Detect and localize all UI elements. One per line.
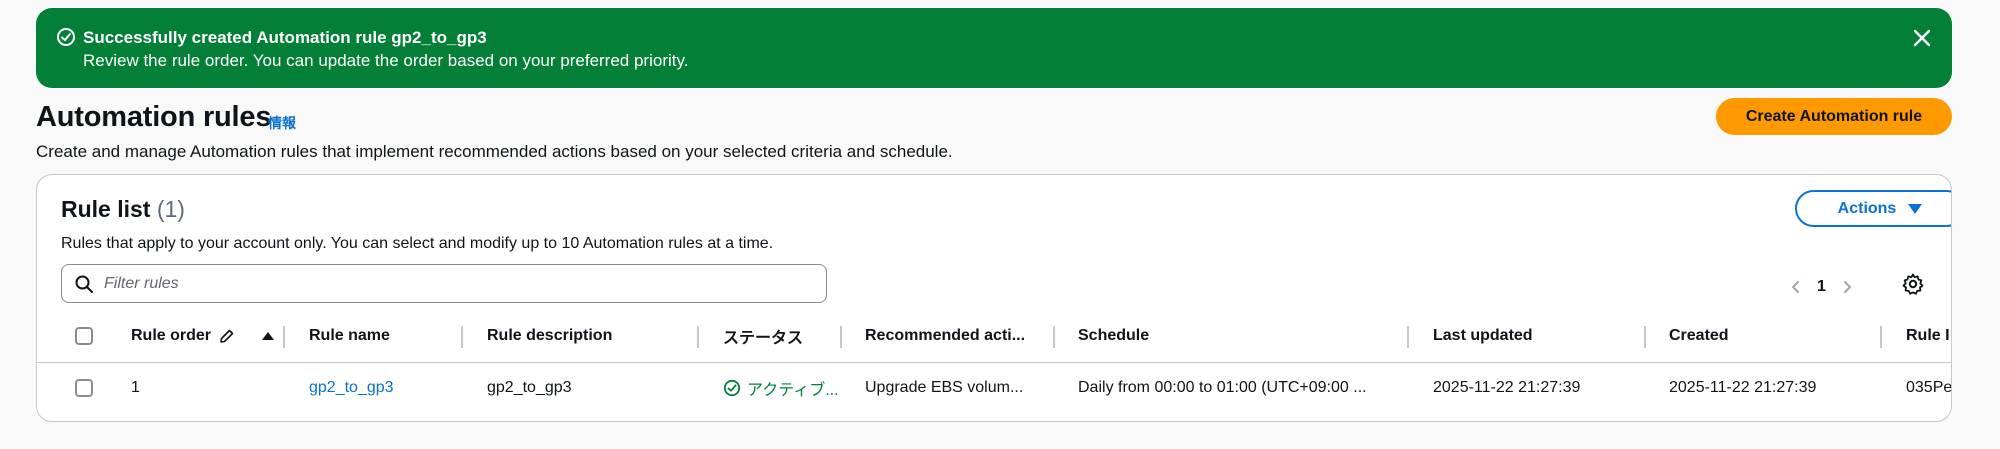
chevron-left-icon[interactable]	[1789, 280, 1803, 294]
success-flash-banner: Successfully created Automation rule gp2…	[36, 8, 1952, 88]
gear-icon[interactable]	[1901, 272, 1925, 296]
column-divider[interactable]	[1053, 326, 1055, 348]
select-all-cell	[75, 309, 93, 362]
page-title: Automation rules	[36, 101, 272, 133]
select-all-checkbox[interactable]	[75, 326, 93, 345]
column-divider[interactable]	[697, 326, 699, 348]
actions-label: Actions	[1837, 199, 1897, 217]
sort-ascending-icon[interactable]	[261, 330, 275, 342]
column-header-status[interactable]: ステータス	[723, 309, 803, 362]
column-header-last-updated[interactable]: Last updated	[1433, 309, 1533, 362]
cell-last-updated: 2025-11-22 21:27:39	[1433, 379, 1581, 396]
column-header-schedule[interactable]: Schedule	[1078, 309, 1149, 362]
success-check-icon	[57, 28, 75, 46]
rule-name-link[interactable]: gp2_to_gp3	[309, 379, 394, 397]
pencil-icon	[220, 329, 234, 343]
filter-rules-field[interactable]	[61, 264, 827, 303]
page-description: Create and manage Automation rules that …	[36, 142, 953, 161]
column-divider[interactable]	[461, 326, 463, 348]
cell-status: アクティブ...	[723, 363, 838, 413]
column-header-rule-description[interactable]: Rule description	[487, 309, 612, 362]
cell-rule-order: 1	[131, 379, 140, 396]
create-automation-rule-button[interactable]: Create Automation rule	[1716, 98, 1952, 135]
info-link[interactable]: 情報	[268, 113, 296, 133]
caret-down-icon	[1908, 203, 1923, 214]
pagination: 1	[1789, 275, 1854, 299]
cell-rule-name-link[interactable]: gp2_to_gp3	[309, 363, 394, 413]
cell-rule-id: 035Pe	[1906, 379, 1952, 396]
row-select-cell	[75, 363, 93, 413]
page-number[interactable]: 1	[1817, 278, 1826, 296]
actions-dropdown-button[interactable]: Actions	[1795, 190, 1951, 227]
status-success-icon	[723, 379, 741, 397]
close-icon[interactable]	[1910, 26, 1934, 50]
column-divider[interactable]	[1880, 326, 1882, 348]
cell-created: 2025-11-22 21:27:39	[1669, 379, 1817, 396]
column-divider[interactable]	[840, 326, 842, 348]
column-divider[interactable]	[1644, 326, 1646, 348]
column-header-rule-order[interactable]: Rule order	[131, 309, 281, 362]
table-row[interactable]: 1 gp2_to_gp3 gp2_to_gp3 アクティブ... Upgrade…	[37, 363, 1952, 413]
search-icon	[75, 275, 93, 293]
table-header: Rule order Rule name Rule description ステ…	[37, 309, 1951, 363]
flash-title: Successfully created Automation rule gp2…	[83, 28, 487, 47]
column-header-created[interactable]: Created	[1669, 309, 1729, 362]
column-header-recommended-actions[interactable]: Recommended acti...	[865, 309, 1045, 362]
rule-order-header-label: Rule order	[131, 326, 212, 344]
status-indicator: アクティブ...	[723, 376, 838, 400]
rule-list-count: (1)	[156, 196, 185, 222]
row-checkbox[interactable]	[75, 379, 93, 397]
rule-list-description: Rules that apply to your account only. Y…	[61, 235, 774, 252]
chevron-right-icon[interactable]	[1840, 280, 1854, 294]
rule-list-container: Rule list (1) Rules that apply to your a…	[36, 174, 1952, 422]
cell-recommended-actions: Upgrade EBS volum...	[865, 379, 1024, 396]
rule-list-title: Rule list (1)	[61, 195, 185, 223]
status-text: アクティブ...	[747, 382, 838, 399]
cell-rule-description: gp2_to_gp3	[487, 379, 572, 396]
column-header-rule-id[interactable]: Rule I	[1906, 309, 1951, 362]
column-header-rule-name[interactable]: Rule name	[309, 309, 390, 362]
filter-rules-input[interactable]	[104, 271, 804, 297]
rule-list-title-text: Rule list	[61, 196, 151, 222]
column-divider[interactable]	[283, 326, 285, 348]
flash-message: Review the rule order. You can update th…	[83, 51, 689, 70]
cell-schedule: Daily from 00:00 to 01:00 (UTC+09:00 ...	[1078, 379, 1367, 396]
column-divider[interactable]	[1407, 326, 1409, 348]
